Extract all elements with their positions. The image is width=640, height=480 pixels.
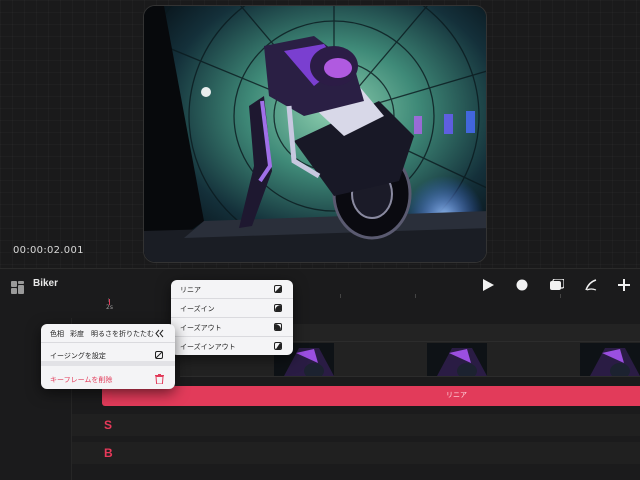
linear-icon bbox=[274, 285, 282, 293]
timeline-toolbar: Biker bbox=[0, 268, 640, 300]
preview-area: 00:00:02.001 bbox=[0, 0, 640, 268]
track-label-h: H bbox=[104, 389, 113, 403]
brush-icon[interactable] bbox=[583, 277, 599, 293]
project-title: Biker bbox=[33, 278, 59, 289]
menu-item-ease-in-out[interactable]: イーズインアウト bbox=[171, 337, 293, 356]
artwork-biker bbox=[144, 6, 486, 262]
clip-thumbnail bbox=[427, 343, 487, 376]
track-label-b: B bbox=[104, 446, 113, 460]
play-icon[interactable] bbox=[480, 277, 496, 293]
ease-out-icon bbox=[274, 323, 282, 331]
timeline-ruler[interactable] bbox=[0, 300, 640, 318]
easing-curve-icon bbox=[155, 351, 163, 359]
saturation-option[interactable]: 彩度 bbox=[70, 329, 84, 339]
preview-canvas[interactable] bbox=[143, 5, 487, 263]
delete-keyframe-label: キーフレームを削除 bbox=[50, 376, 113, 384]
track-label-s: S bbox=[104, 418, 113, 432]
delete-keyframe-row[interactable]: キーフレームを削除 bbox=[41, 370, 175, 389]
brightness-track[interactable] bbox=[72, 442, 640, 464]
hue-keyframe-bar[interactable]: リニア bbox=[102, 386, 640, 406]
ease-in-out-icon bbox=[274, 342, 282, 350]
record-icon[interactable] bbox=[514, 277, 530, 293]
set-easing-label: イージングを設定 bbox=[50, 352, 106, 360]
menu-item-label: イーズイン bbox=[180, 305, 215, 313]
keyframe-action-menu: 色相 彩度 明るさを折りたたむ イージングを設定 キーフレームを削除 bbox=[41, 324, 175, 389]
clips-icon[interactable] bbox=[549, 277, 565, 293]
add-icon[interactable] bbox=[616, 277, 632, 293]
set-easing-row[interactable]: イージングを設定 bbox=[41, 345, 175, 366]
layers-icon[interactable] bbox=[11, 279, 24, 294]
menu-item-label: リニア bbox=[180, 286, 201, 294]
menu-item-ease-out[interactable]: イーズアウト bbox=[171, 318, 293, 337]
menu-item-linear[interactable]: リニア bbox=[171, 280, 293, 299]
hue-option[interactable]: 色相 bbox=[50, 329, 64, 339]
ruler-label-2s: 2s bbox=[106, 304, 113, 311]
hue-curve-label: リニア bbox=[446, 391, 467, 399]
collapse-brightness-option[interactable]: 明るさを折りたたむ bbox=[91, 329, 154, 339]
collapse-icon[interactable] bbox=[155, 329, 164, 338]
ease-in-icon bbox=[274, 304, 282, 312]
ruler-tick bbox=[560, 294, 561, 298]
ruler-tick bbox=[340, 294, 341, 298]
menu-item-ease-in[interactable]: イーズイン bbox=[171, 299, 293, 318]
timecode-display: 00:00:02.001 bbox=[13, 245, 84, 256]
easing-menu: リニア イーズイン イーズアウト イーズインアウト bbox=[171, 280, 293, 355]
ruler-tick bbox=[415, 294, 416, 298]
trash-icon bbox=[155, 374, 164, 385]
clip-thumbnail bbox=[580, 343, 640, 376]
menu-item-label: イーズアウト bbox=[180, 324, 222, 332]
saturation-track[interactable] bbox=[72, 414, 640, 436]
app-screen: 00:00:02.001 Biker 2s リニア H S B リニア イーズイ… bbox=[0, 0, 640, 480]
color-channel-row: 色相 彩度 明るさを折りたたむ bbox=[41, 324, 175, 343]
menu-item-label: イーズインアウト bbox=[180, 343, 236, 351]
